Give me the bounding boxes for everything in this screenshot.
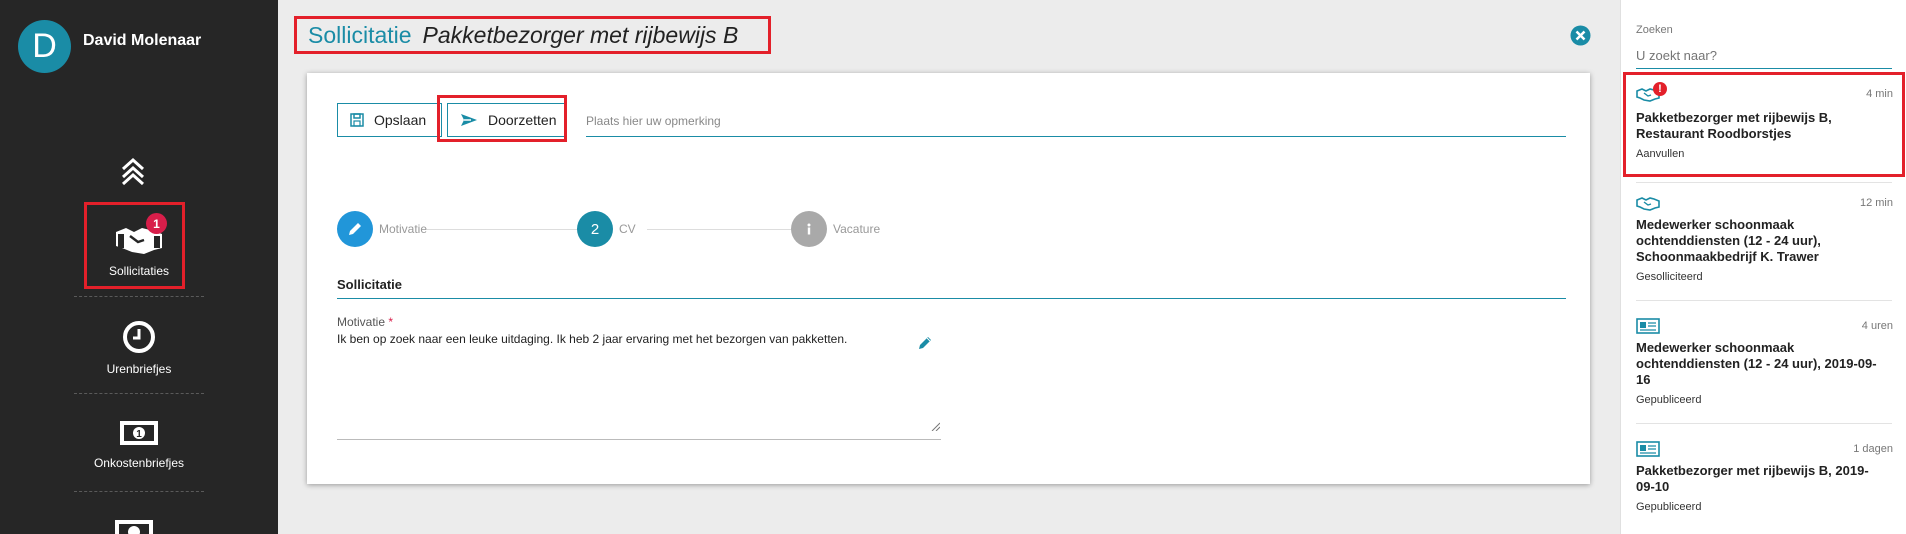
page-title: Sollicitatie Pakketbezorger met rijbewij… — [294, 16, 771, 54]
notification-title: Medewerker schoonmaak ochtenddiensten (1… — [1636, 217, 1821, 264]
step-cv[interactable]: 2 CV — [577, 211, 636, 247]
page-title-main: Sollicitatie — [308, 21, 412, 48]
motivation-label-text: Motivatie — [337, 315, 386, 329]
floppy-icon — [350, 113, 364, 127]
remark-input[interactable] — [586, 106, 1566, 137]
step-label: CV — [619, 222, 636, 236]
money-icon: 1 — [120, 421, 158, 445]
sidebar-item-urenbriefjes[interactable]: Urenbriefjes — [74, 320, 204, 376]
page-title-subtitle: Pakketbezorger met rijbewijs B — [422, 21, 739, 48]
info-icon — [791, 211, 827, 247]
close-icon[interactable] — [1570, 25, 1591, 46]
step-number: 2 — [577, 211, 613, 247]
notification-time: 4 uren — [1861, 320, 1893, 332]
save-button-label: Opslaan — [374, 112, 427, 128]
required-marker: * — [388, 315, 394, 329]
section-divider — [337, 298, 1566, 299]
step-connector — [647, 229, 792, 230]
pencil-icon — [337, 211, 373, 247]
divider — [74, 393, 204, 394]
notification-time: 1 dagen — [1853, 443, 1893, 455]
step-vacature[interactable]: Vacature — [791, 211, 880, 247]
step-label: Vacature — [833, 222, 881, 236]
step-connector — [427, 229, 587, 230]
user-name: David Molenaar — [83, 32, 202, 49]
sidebar-item-label: Onkostenbriefjes — [93, 456, 185, 470]
handshake-icon — [1636, 197, 1660, 211]
application-card: Opslaan Doorzetten Motivatie 2 CV Vacatu… — [307, 73, 1590, 484]
highlight-box — [1623, 72, 1905, 177]
sidebar-item-onkostenbriefjes[interactable]: 1 Onkostenbriefjes — [74, 418, 204, 470]
notification-time: 12 min — [1859, 197, 1893, 209]
divider — [74, 296, 204, 297]
notification-item[interactable]: 1 dagen Pakketbezorger met rijbewijs B, … — [1621, 441, 1906, 531]
search-input[interactable] — [1636, 43, 1892, 69]
resize-handle-icon[interactable] — [930, 421, 940, 431]
sidebar-item-label: Urenbriefjes — [106, 362, 172, 376]
notification-status: Gesolliciteerd — [1636, 271, 1703, 283]
notification-title: Pakketbezorger met rijbewijs B, 2019-09-… — [1636, 463, 1869, 494]
notification-item[interactable]: 12 min Medewerker schoonmaak ochtenddien… — [1621, 195, 1906, 285]
divider — [74, 491, 204, 492]
divider — [1636, 300, 1892, 301]
newspaper-icon — [1636, 318, 1660, 334]
motivation-label: Motivatie * — [337, 315, 393, 329]
money-icon[interactable] — [114, 517, 154, 534]
pencil-icon[interactable] — [917, 335, 933, 351]
notification-status: Gepubliceerd — [1636, 394, 1702, 406]
user-profile[interactable]: D David Molenaar — [18, 20, 201, 73]
highlight-box — [437, 95, 567, 142]
chevron-double-up-icon[interactable] — [120, 155, 146, 185]
textarea-border — [337, 439, 941, 440]
notification-title: Medewerker schoonmaak ochtenddiensten (1… — [1636, 340, 1877, 387]
motivation-textarea[interactable]: Ik ben op zoek naar een leuke uitdaging.… — [337, 332, 847, 346]
highlight-box — [84, 202, 185, 289]
divider — [1636, 423, 1892, 424]
notification-status: Gepubliceerd — [1636, 501, 1702, 513]
section-title: Sollicitatie — [337, 277, 403, 292]
svg-text:1: 1 — [136, 429, 142, 440]
search-label: Zoeken — [1636, 24, 1673, 36]
divider — [1636, 182, 1892, 183]
clock-icon — [123, 321, 155, 353]
step-label: Motivatie — [379, 222, 428, 236]
notification-item[interactable]: 4 uren Medewerker schoonmaak ochtenddien… — [1621, 318, 1906, 408]
save-button[interactable]: Opslaan — [337, 103, 442, 137]
step-motivatie[interactable]: Motivatie — [337, 211, 427, 247]
newspaper-icon — [1636, 441, 1660, 457]
avatar: D — [18, 20, 71, 73]
sidebar: D David Molenaar Sollicitaties 1 Urenbri… — [0, 0, 278, 534]
